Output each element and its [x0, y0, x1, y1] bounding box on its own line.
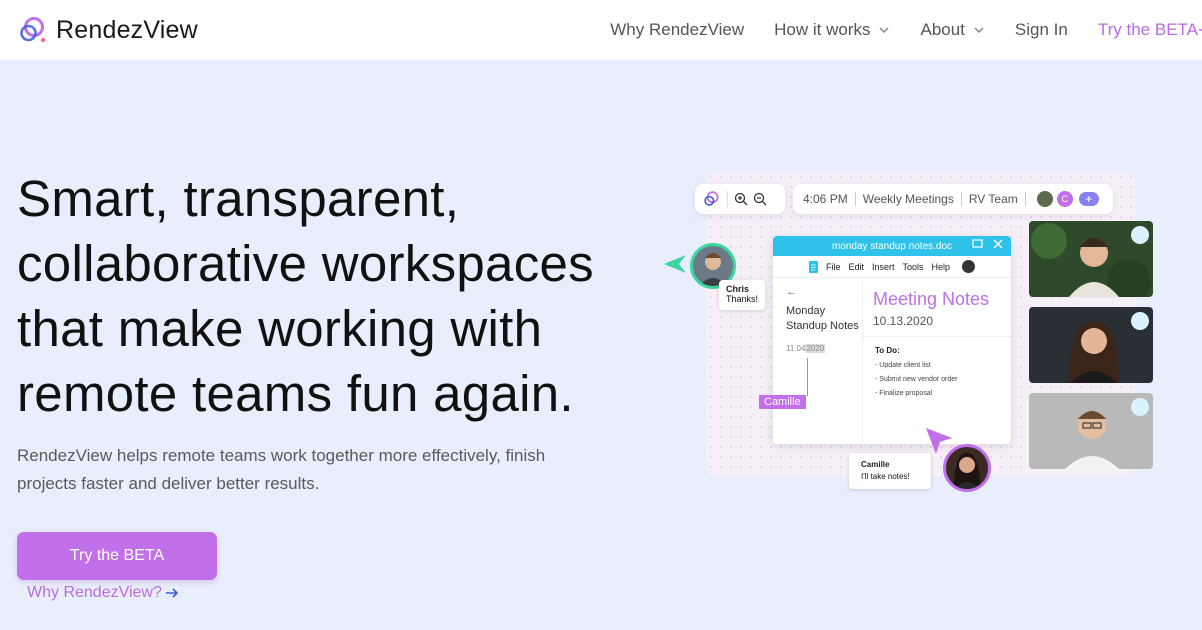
text-cursor: [807, 358, 808, 396]
zoom-in-icon[interactable]: [734, 192, 748, 206]
window-controls: [972, 239, 1003, 249]
camera-icon: [1131, 226, 1149, 244]
nav-why-rendezview[interactable]: Why RendezView: [610, 20, 744, 40]
restore-icon[interactable]: [972, 239, 983, 249]
nav-how-it-works[interactable]: How it works: [774, 20, 890, 40]
todo-item: - Update client list: [875, 362, 931, 369]
avatar: [943, 444, 991, 492]
chat-author: Camille: [861, 460, 890, 469]
arrow-right-icon: [1199, 29, 1202, 31]
menu-help[interactable]: Help: [932, 262, 951, 272]
video-tile: [1029, 307, 1153, 383]
chat-author: Chris: [726, 284, 750, 294]
chevron-down-icon: [974, 27, 984, 34]
brand-logo[interactable]: RendezView: [18, 12, 198, 48]
notes-title: Monday Standup Notes: [786, 305, 859, 332]
document-body: Meeting Notes 10.13.2020 To Do: - Update…: [863, 278, 1011, 444]
avatar-badge: C: [1056, 191, 1073, 207]
camera-icon: [1131, 312, 1149, 330]
nav-about[interactable]: About: [920, 20, 984, 40]
document-window: monday standup notes.doc File Edit Inser…: [773, 236, 1011, 444]
chat-bubble: Camille I'll take notes!: [849, 453, 931, 489]
notes-date-prefix: 11.04: [786, 344, 806, 353]
main-nav: Why RendezView How it works About Sign I…: [580, 0, 1202, 60]
why-rendezview-link[interactable]: Why RendezView?: [27, 584, 179, 602]
why-rendezview-link-label: Why RendezView?: [27, 584, 162, 601]
pointer-icon: [926, 428, 952, 454]
chat-message: I'll take notes!: [861, 472, 910, 481]
divider: [1024, 192, 1026, 206]
hero-subtitle: RendezView helps remote teams work toget…: [17, 446, 546, 493]
nav-about-label: About: [920, 20, 965, 39]
document-filename: monday standup notes.doc: [831, 240, 953, 252]
file-icon: [808, 260, 818, 273]
meeting-name: Weekly Meetings: [862, 192, 954, 206]
document-date: 10.13.2020: [873, 314, 934, 328]
video-tile: [1029, 221, 1153, 297]
hero-title: Smart, transparent, collaborative worksp…: [17, 170, 594, 422]
nav-sign-in-label: Sign In: [1014, 20, 1068, 39]
document-heading: Meeting Notes: [873, 289, 990, 309]
chevron-down-icon: [879, 27, 890, 34]
chat-message: Thanks!: [726, 294, 759, 304]
todo-item: - Finalize proposal: [875, 390, 933, 397]
menu-tools[interactable]: Tools: [903, 262, 924, 272]
document-menu: File Edit Insert Tools Help: [773, 256, 1011, 278]
close-icon[interactable]: [993, 239, 1003, 249]
workspace-toolbar: [695, 184, 785, 214]
team-name: RV Team: [968, 192, 1018, 206]
back-arrow-icon[interactable]: ←: [786, 286, 862, 298]
pointer-icon: [664, 255, 686, 273]
nav-sign-in[interactable]: Sign In: [1015, 20, 1068, 40]
notes-date: 11.042020: [786, 344, 862, 353]
divider: [854, 192, 856, 206]
nav-try-beta[interactable]: Try the BETA: [1098, 20, 1202, 40]
site-header: RendezView Why RendezView How it works A…: [0, 0, 1202, 60]
video-tile: [1029, 393, 1153, 469]
menu-insert[interactable]: Insert: [872, 262, 895, 272]
add-participant-button[interactable]: +: [1078, 192, 1099, 206]
try-beta-button-label: Try the BETA: [69, 547, 165, 564]
todo-list: To Do: - Update client list - Submit new…: [863, 337, 1011, 401]
try-beta-button[interactable]: Try the BETA: [17, 532, 217, 580]
menu-edit[interactable]: Edit: [848, 262, 864, 272]
nav-how-it-works-label: How it works: [774, 20, 871, 39]
meeting-time: 4:06 PM: [803, 192, 848, 206]
meeting-info-bar: 4:06 PM Weekly Meetings RV Team C +: [793, 184, 1113, 214]
divider: [727, 191, 728, 207]
brand-name: RendezView: [56, 15, 198, 44]
cursor-label: Camille: [759, 395, 806, 409]
chat-bubble: Chris Thanks!: [719, 280, 765, 310]
arrow-right-icon: [165, 588, 179, 598]
document-title-bar: monday standup notes.doc: [773, 236, 1011, 256]
zoom-out-icon[interactable]: [753, 192, 767, 206]
nav-why-rendezview-label: Why RendezView: [610, 20, 745, 39]
nav-try-beta-label: Try the BETA: [1097, 20, 1198, 39]
camera-icon: [1131, 398, 1149, 416]
menu-file[interactable]: File: [826, 262, 841, 272]
document-sidebar: ← Monday Standup Notes 11.042020: [773, 278, 863, 444]
todo-title: To Do:: [875, 346, 900, 355]
todo-item: - Submit new vendor order: [875, 376, 958, 383]
divider: [960, 192, 962, 206]
logo-icon: [704, 191, 719, 206]
logo-icon: [18, 15, 48, 45]
avatar: [1036, 191, 1053, 207]
avatar: [962, 260, 976, 273]
notes-date-highlight: 2020: [805, 344, 826, 353]
